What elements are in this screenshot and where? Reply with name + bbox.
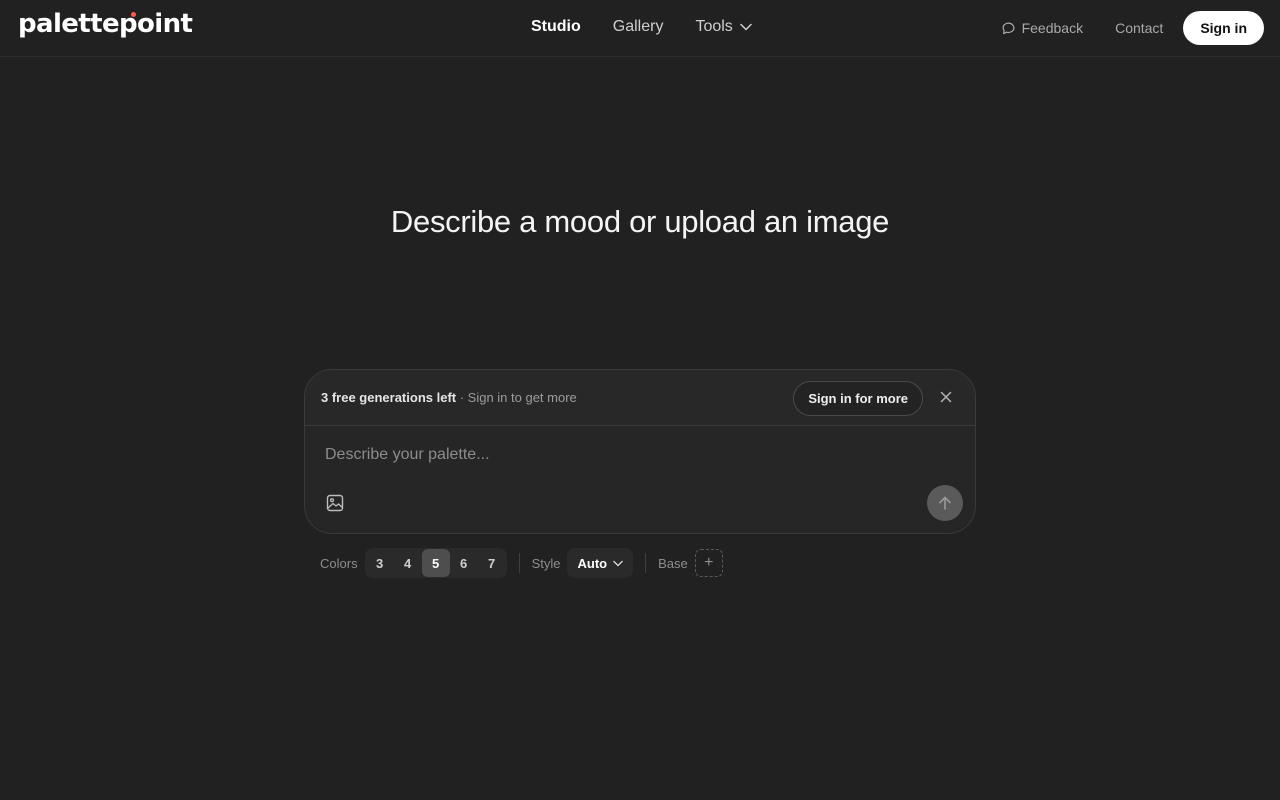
style-value: Auto bbox=[577, 555, 608, 571]
feedback-link[interactable]: Feedback bbox=[1002, 20, 1083, 36]
options-divider bbox=[518, 553, 520, 573]
image-icon[interactable] bbox=[326, 494, 344, 512]
palette-prompt-input[interactable] bbox=[325, 442, 925, 468]
prompt-composer: 3 free generations left · Sign in to get… bbox=[304, 369, 976, 534]
colors-label: Colors bbox=[320, 555, 358, 571]
banner-count-text: 3 free generations left bbox=[321, 390, 457, 405]
color-count-selector: 3 4 5 6 7 bbox=[364, 548, 507, 578]
color-count-3[interactable]: 3 bbox=[366, 549, 394, 577]
nav-studio[interactable]: Studio bbox=[531, 18, 581, 36]
color-count-6[interactable]: 6 bbox=[450, 549, 478, 577]
send-button[interactable] bbox=[927, 485, 963, 521]
plus-icon: + bbox=[704, 554, 714, 571]
top-navigation-bar: palettepoint Studio Gallery Tools Feedba… bbox=[0, 0, 1280, 57]
header-actions: Feedback Contact Sign in bbox=[1002, 11, 1264, 45]
color-count-7[interactable]: 7 bbox=[478, 549, 506, 577]
free-generations-banner: 3 free generations left · Sign in to get… bbox=[305, 370, 975, 426]
speech-bubble-icon bbox=[1002, 22, 1015, 34]
sign-in-for-more-button[interactable]: Sign in for more bbox=[793, 381, 923, 416]
add-base-color-button[interactable]: + bbox=[694, 549, 723, 577]
chevron-down-icon bbox=[740, 23, 752, 31]
color-count-5[interactable]: 5 bbox=[421, 549, 450, 577]
banner-text: 3 free generations left · Sign in to get… bbox=[321, 390, 577, 405]
base-label: Base bbox=[658, 555, 688, 571]
arrow-up-icon bbox=[939, 496, 951, 510]
chevron-down-icon bbox=[613, 560, 623, 566]
options-divider bbox=[645, 553, 647, 573]
close-icon[interactable] bbox=[939, 390, 953, 404]
contact-link[interactable]: Contact bbox=[1115, 20, 1163, 36]
feedback-label: Feedback bbox=[1021, 20, 1084, 36]
generation-options: Colors 3 4 5 6 7 Style Auto Base + bbox=[320, 548, 723, 578]
main-nav: Studio Gallery Tools bbox=[531, 18, 752, 36]
nav-gallery[interactable]: Gallery bbox=[613, 18, 664, 36]
nav-tools[interactable]: Tools bbox=[695, 18, 752, 36]
sign-in-button[interactable]: Sign in bbox=[1183, 11, 1264, 45]
logo[interactable]: palettepoint bbox=[18, 9, 193, 39]
color-count-4[interactable]: 4 bbox=[394, 549, 422, 577]
logo-accent-dot bbox=[131, 12, 136, 17]
style-dropdown[interactable]: Auto bbox=[567, 548, 634, 578]
page-headline: Describe a mood or upload an image bbox=[390, 204, 890, 239]
banner-rest-text: · Sign in to get more bbox=[456, 390, 577, 405]
style-label: Style bbox=[531, 555, 561, 571]
nav-tools-label: Tools bbox=[695, 18, 733, 35]
